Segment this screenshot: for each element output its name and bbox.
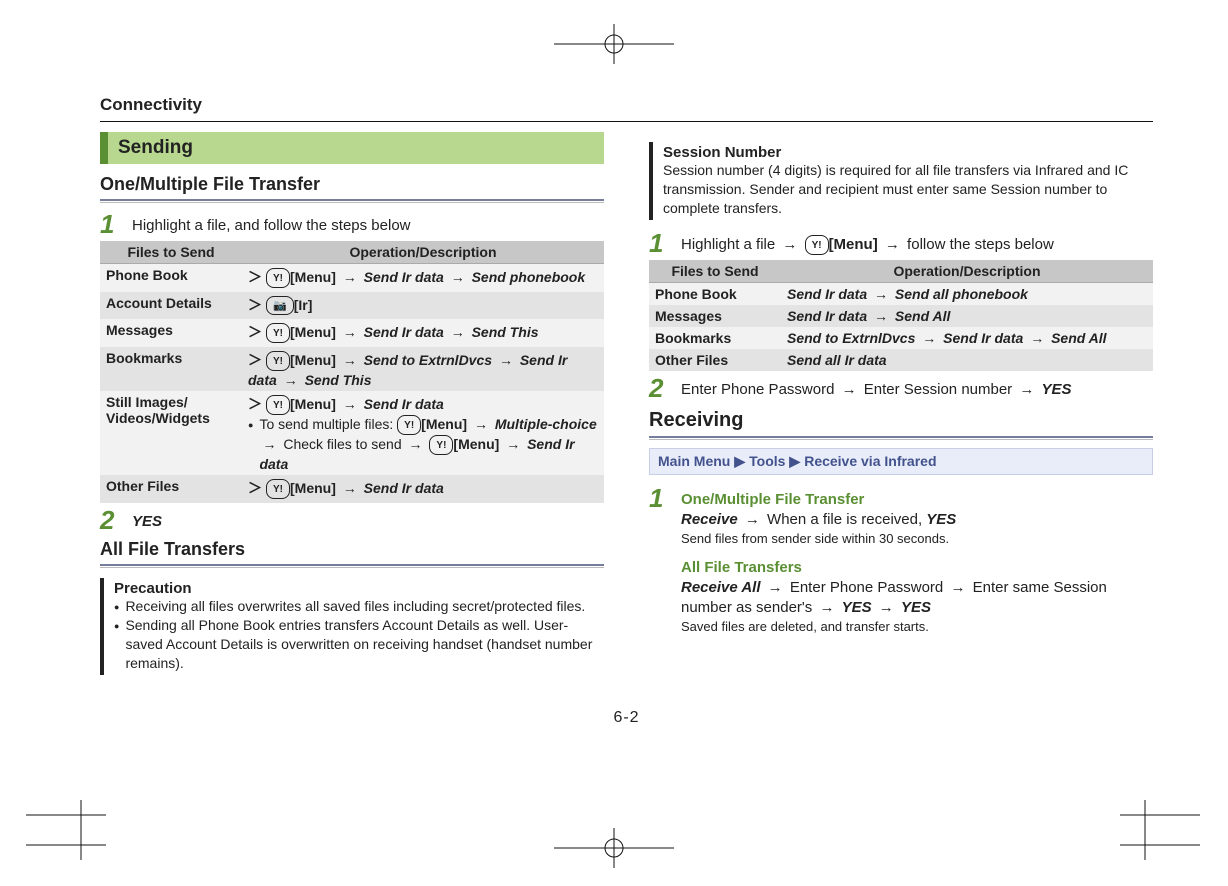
softkey-y-icon [429, 435, 453, 455]
section-heading-sending: Sending [100, 132, 604, 164]
step-2: 2 YES [100, 507, 604, 533]
page-number: 6-2 [100, 709, 1153, 727]
subhead-receiving: Receiving [649, 409, 1153, 432]
table-row: Phone Book Send Ir data → Send all phone… [649, 282, 1153, 305]
row-label: Bookmarks [100, 347, 242, 391]
bullet-icon [114, 616, 119, 673]
softkey-y-icon [805, 235, 829, 255]
softkey-y-icon [266, 395, 290, 415]
recv-head: One/Multiple File Transfer [681, 490, 1153, 510]
step-text: Highlight a file, and follow the steps b… [132, 211, 411, 237]
row-label: Phone Book [649, 282, 781, 305]
precaution-callout: Precaution Receiving all files overwrite… [100, 578, 604, 675]
softkey-camera-icon [266, 296, 294, 315]
subhead-all-transfers: All File Transfers [100, 539, 604, 560]
row-op: ＞[Menu] → Send Ir data → Send This [242, 319, 604, 347]
subhead-one-multiple: One/Multiple File Transfer [100, 174, 604, 195]
table-row: Still Images/ Videos/Widgets ＞[Menu] → S… [100, 391, 604, 475]
step-number: 1 [100, 211, 120, 237]
table-row: Messages ＞[Menu] → Send Ir data → Send T… [100, 319, 604, 347]
row-op: ＞[Ir] [242, 292, 604, 319]
separator [100, 199, 604, 203]
chapter-title: Connectivity [100, 95, 1153, 115]
row-op: ＞[Menu] → Send to ExtrnlDvcs → Send Ir d… [242, 347, 604, 391]
row-label: Messages [100, 319, 242, 347]
recv-note: Send files from sender side within 30 se… [681, 530, 1153, 548]
th-operation: Operation/Description [242, 241, 604, 264]
th-files: Files to Send [649, 260, 781, 283]
receive-step-1: 1 One/Multiple File Transfer Receive → W… [649, 485, 1153, 636]
callout-line: Receiving all files overwrites all saved… [125, 597, 585, 616]
left-column: Sending One/Multiple File Transfer 1 Hig… [100, 132, 604, 685]
menu-path: Main Menu▶Tools▶Receive via Infrared [649, 448, 1153, 475]
callout-title: Precaution [114, 580, 604, 597]
step-number: 2 [649, 375, 669, 401]
step-text: Highlight a file → [Menu] → follow the s… [681, 230, 1054, 256]
step-2: 2 Enter Phone Password → Enter Session n… [649, 375, 1153, 401]
step-number: 1 [649, 230, 669, 256]
table-row: Bookmarks ＞[Menu] → Send to ExtrnlDvcs →… [100, 347, 604, 391]
step-1: 1 Highlight a file, and follow the steps… [100, 211, 604, 237]
th-files: Files to Send [100, 241, 242, 264]
row-label: Phone Book [100, 264, 242, 293]
table-row: Bookmarks Send to ExtrnlDvcs → Send Ir d… [649, 327, 1153, 349]
row-label: Messages [649, 305, 781, 327]
row-op: ＞[Menu] → Send Ir data → Send phonebook [242, 264, 604, 293]
softkey-y-icon [266, 351, 290, 371]
chapter-rule [100, 121, 1153, 122]
registration-mark-left [26, 800, 106, 860]
table-row: Messages Send Ir data → Send All [649, 305, 1153, 327]
step-number: 2 [100, 507, 120, 533]
callout-body: Session number (4 digits) is required fo… [663, 161, 1153, 218]
row-label: Still Images/ Videos/Widgets [100, 391, 242, 475]
table-row: Other Files ＞[Menu] → Send Ir data [100, 475, 604, 503]
row-op: ＞[Menu] → Send Ir data [242, 475, 604, 503]
bullet-icon [248, 416, 253, 472]
registration-mark-bottom [554, 828, 674, 868]
separator [649, 436, 1153, 440]
triangle-icon: ▶ [730, 453, 749, 469]
step-text: Enter Phone Password → Enter Session num… [681, 375, 1072, 401]
step-number: 1 [649, 485, 669, 636]
send-all-operations-table: Files to Send Operation/Description Phon… [649, 260, 1153, 371]
send-operations-table: Files to Send Operation/Description Phon… [100, 241, 604, 503]
row-label: Bookmarks [649, 327, 781, 349]
registration-mark-top [554, 24, 674, 64]
row-label: Account Details [100, 292, 242, 319]
triangle-icon: ▶ [785, 453, 804, 469]
step-1: 1 Highlight a file → [Menu] → follow the… [649, 230, 1153, 256]
step-text: YES [132, 513, 162, 530]
table-row: Account Details ＞[Ir] [100, 292, 604, 319]
row-label: Other Files [100, 475, 242, 503]
separator [100, 564, 604, 568]
row-label: Other Files [649, 349, 781, 371]
row-op: Send Ir data → Send All [781, 305, 1153, 327]
recv-head: All File Transfers [681, 558, 1153, 578]
row-op: Send to ExtrnlDvcs → Send Ir data → Send… [781, 327, 1153, 349]
softkey-y-icon [266, 323, 290, 343]
row-op: ＞[Menu] → Send Ir data To send multiple … [242, 391, 604, 475]
right-column: Session Number Session number (4 digits)… [649, 132, 1153, 685]
softkey-y-icon [266, 479, 290, 499]
table-row: Phone Book ＞[Menu] → Send Ir data → Send… [100, 264, 604, 293]
bullet-icon [114, 597, 119, 616]
softkey-y-icon [266, 268, 290, 288]
th-operation: Operation/Description [781, 260, 1153, 283]
callout-title: Session Number [663, 144, 1153, 161]
registration-mark-right [1120, 800, 1200, 860]
session-number-callout: Session Number Session number (4 digits)… [649, 142, 1153, 220]
step-text: One/Multiple File Transfer Receive → Whe… [681, 485, 1153, 636]
softkey-y-icon [397, 415, 421, 435]
row-op: Send Ir data → Send all phonebook [781, 282, 1153, 305]
recv-note: Saved files are deleted, and transfer st… [681, 618, 1153, 636]
row-op: Send all Ir data [781, 349, 1153, 371]
table-row: Other Files Send all Ir data [649, 349, 1153, 371]
callout-line: Sending all Phone Book entries transfers… [125, 616, 604, 673]
